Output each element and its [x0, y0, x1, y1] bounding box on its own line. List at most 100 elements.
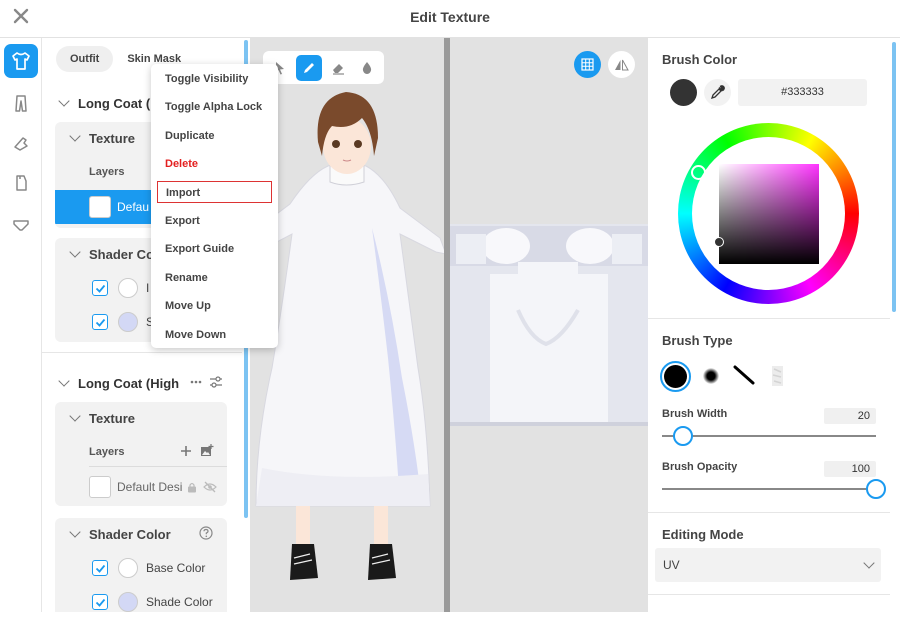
eyedropper-button[interactable]	[704, 79, 731, 106]
texture-title: Texture	[89, 130, 135, 146]
texture-header[interactable]: Texture	[69, 404, 135, 432]
brush-width-track[interactable]	[662, 435, 876, 437]
shade-color-row[interactable]: Shade Color	[92, 590, 213, 612]
visibility-off-icon[interactable]	[203, 481, 217, 493]
color-swatch[interactable]	[118, 558, 138, 578]
current-color-swatch[interactable]	[670, 79, 697, 106]
shirt-icon	[12, 52, 30, 70]
brush-opacity-value[interactable]: 100	[824, 461, 876, 477]
more-icon[interactable]	[190, 379, 202, 385]
menu-item-rename[interactable]: Rename	[157, 267, 272, 289]
checkbox[interactable]	[92, 594, 108, 610]
brush-width-slider[interactable]	[673, 426, 694, 446]
divider	[648, 512, 890, 513]
layer-thumbnail	[89, 196, 111, 218]
adjust-icon[interactable]	[209, 376, 223, 388]
option-label: I	[146, 281, 150, 295]
chevron-down-icon	[58, 95, 70, 107]
editing-mode-title: Editing Mode	[662, 527, 744, 542]
rail-item-underwear[interactable]	[4, 208, 38, 242]
drawing-toolbar	[263, 51, 384, 84]
model-viewport[interactable]	[249, 38, 447, 612]
menu-item-import[interactable]: Import	[157, 181, 272, 203]
layer-row[interactable]: Default Desi	[55, 470, 227, 504]
line-brush-icon	[733, 365, 755, 385]
chevron-down-icon	[69, 246, 81, 258]
color-swatch[interactable]	[118, 312, 138, 332]
check-icon	[95, 284, 105, 293]
shoe-icon	[14, 137, 28, 151]
texture-header[interactable]: Texture	[69, 124, 135, 152]
menu-item-toggle-visibility[interactable]: Toggle Visibility	[157, 68, 272, 90]
menu-item-export[interactable]: Export	[157, 210, 272, 232]
checkbox[interactable]	[92, 314, 108, 330]
base-color-row[interactable]: Base Color	[92, 556, 205, 580]
brush-opacity-slider[interactable]	[866, 479, 886, 499]
uv-viewport[interactable]	[450, 38, 648, 612]
add-image-icon[interactable]	[200, 444, 214, 457]
category-rail	[0, 38, 42, 612]
menu-item-toggle-alpha-lock[interactable]: Toggle Alpha Lock	[157, 96, 272, 118]
rail-item-bottoms[interactable]	[4, 86, 38, 120]
brush-width-value[interactable]: 20	[824, 408, 876, 424]
color-handle[interactable]	[714, 237, 724, 247]
divider	[648, 318, 890, 319]
menu-item-move-down[interactable]: Move Down	[157, 324, 272, 346]
divider	[648, 594, 890, 595]
editing-mode-value: UV	[663, 558, 680, 572]
settings-scrollbar[interactable]	[892, 42, 896, 312]
brush-type-title: Brush Type	[662, 333, 733, 348]
mirror-icon	[615, 59, 629, 70]
brush-type-hard[interactable]	[660, 361, 691, 392]
pen-tool[interactable]	[296, 55, 322, 81]
grid-toggle-button[interactable]	[574, 51, 601, 78]
checkbox[interactable]	[92, 560, 108, 576]
brush-type-soft[interactable]	[699, 364, 723, 388]
texture-card: Texture Layers Default Desi	[55, 402, 227, 506]
base-color-row[interactable]: I	[92, 276, 149, 300]
chevron-down-icon	[69, 526, 81, 538]
brush-type-line[interactable]	[731, 363, 757, 389]
shader-color-header[interactable]: Shader Co	[69, 240, 154, 268]
fill-tool[interactable]	[354, 55, 380, 81]
add-layer-icon[interactable]	[180, 445, 192, 457]
menu-item-export-guide[interactable]: Export Guide	[157, 238, 272, 260]
help-icon[interactable]	[199, 526, 213, 540]
saturation-value-square[interactable]	[719, 164, 819, 264]
shader-color-title: Shader Color	[89, 526, 171, 542]
underwear-icon	[13, 220, 29, 231]
checkbox[interactable]	[92, 280, 108, 296]
chevron-down-icon	[69, 130, 81, 142]
brush-type-texture[interactable]	[766, 363, 792, 389]
rail-item-boots[interactable]	[4, 166, 38, 200]
tab-outfit[interactable]: Outfit	[56, 46, 114, 72]
menu-item-move-up[interactable]: Move Up	[157, 295, 272, 317]
editing-mode-select[interactable]: UV	[655, 548, 881, 582]
option-label: Shade Color	[146, 595, 213, 609]
eraser-tool[interactable]	[325, 55, 351, 81]
layer-name: Defau	[117, 200, 150, 214]
eraser-icon	[332, 64, 344, 75]
brush-opacity-track[interactable]	[662, 488, 876, 490]
shader-color-header[interactable]: Shader Color	[69, 520, 171, 548]
shade-color-row[interactable]: S	[92, 310, 154, 334]
check-icon	[95, 564, 105, 573]
drop-icon	[362, 62, 372, 74]
check-icon	[95, 598, 105, 607]
brush-width-label: Brush Width	[662, 408, 728, 420]
color-swatch[interactable]	[118, 592, 138, 612]
color-swatch[interactable]	[118, 278, 138, 298]
divider	[42, 352, 242, 353]
brush-opacity-label: Brush Opacity	[662, 461, 738, 473]
rail-item-tops[interactable]	[4, 44, 38, 78]
lock-icon[interactable]	[187, 482, 197, 493]
hex-color-input[interactable]: #333333	[738, 79, 867, 106]
mirror-button[interactable]	[608, 51, 635, 78]
item-group-name: Long Coat (High	[78, 375, 180, 391]
option-label: Base Color	[146, 561, 206, 575]
avatar-preview	[249, 92, 447, 580]
menu-item-delete[interactable]: Delete	[157, 153, 272, 175]
hue-handle[interactable]	[691, 165, 706, 180]
menu-item-duplicate[interactable]: Duplicate	[157, 125, 272, 147]
rail-item-shoes[interactable]	[4, 126, 38, 160]
